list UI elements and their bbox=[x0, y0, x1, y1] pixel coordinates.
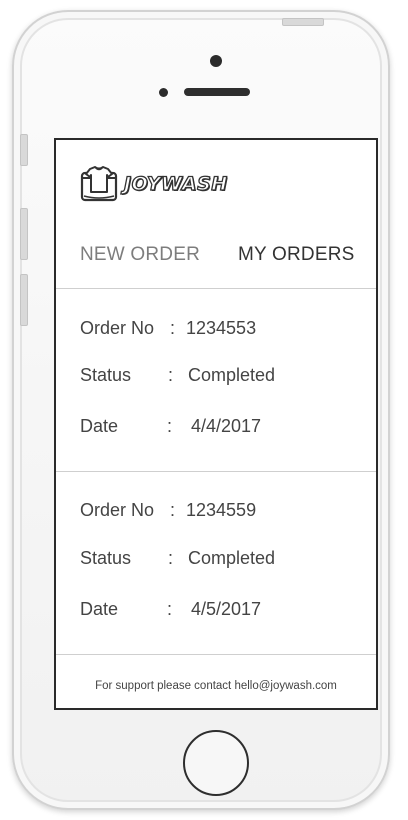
separator: : bbox=[167, 599, 173, 619]
washing-machine-shirt-icon bbox=[80, 166, 120, 202]
support-footer: For support please contact hello@joywash… bbox=[95, 680, 337, 692]
date-label: Date bbox=[80, 599, 119, 619]
date-value: 4/4/2017 bbox=[191, 416, 262, 436]
front-camera bbox=[210, 55, 222, 67]
tab-new-order[interactable]: NEW ORDER bbox=[80, 244, 200, 266]
status-value: Completed bbox=[188, 365, 276, 385]
order-tabs: NEW ORDER MY ORDERS bbox=[56, 240, 376, 286]
separator: : bbox=[170, 500, 176, 520]
brand-logo: JOYWASH bbox=[80, 166, 228, 202]
date-value: 4/5/2017 bbox=[191, 599, 262, 619]
separator: : bbox=[168, 365, 174, 385]
order-number-label: Order No bbox=[80, 500, 155, 520]
home-button[interactable] bbox=[183, 730, 249, 796]
phone-frame: JOYWASH NEW ORDER MY ORDERS Order No : 1… bbox=[12, 10, 390, 810]
status-label: Status bbox=[80, 365, 132, 385]
mute-switch bbox=[20, 134, 28, 166]
volume-down-button bbox=[20, 274, 28, 326]
tab-my-orders[interactable]: MY ORDERS bbox=[238, 244, 355, 266]
order-card[interactable]: Order No : 1234559 Status : Completed Da… bbox=[56, 472, 376, 654]
order-number-row: Order No : 1234559 bbox=[80, 500, 360, 524]
order-card[interactable]: Order No : 1234553 Status : Completed Da… bbox=[56, 289, 376, 471]
order-number-row: Order No : 1234553 bbox=[80, 318, 360, 342]
separator: : bbox=[170, 318, 176, 338]
separator: : bbox=[168, 548, 174, 568]
footer-divider bbox=[56, 654, 376, 655]
brand-name: JOYWASH bbox=[123, 172, 228, 195]
status-label: Status bbox=[80, 548, 132, 568]
separator: : bbox=[167, 416, 173, 436]
order-number-label: Order No bbox=[80, 318, 155, 338]
date-row: Date : 4/4/2017 bbox=[80, 416, 360, 440]
status-row: Status : Completed bbox=[80, 365, 360, 389]
date-row: Date : 4/5/2017 bbox=[80, 599, 360, 623]
app-screen: JOYWASH NEW ORDER MY ORDERS Order No : 1… bbox=[54, 138, 378, 710]
volume-up-button bbox=[20, 208, 28, 260]
date-label: Date bbox=[80, 416, 119, 436]
power-button bbox=[282, 18, 324, 26]
earpiece-speaker bbox=[184, 88, 250, 96]
status-row: Status : Completed bbox=[80, 548, 360, 572]
order-number-value: 1234553 bbox=[186, 318, 257, 338]
status-value: Completed bbox=[188, 548, 276, 568]
proximity-sensor bbox=[159, 88, 168, 97]
order-number-value: 1234559 bbox=[186, 500, 257, 520]
